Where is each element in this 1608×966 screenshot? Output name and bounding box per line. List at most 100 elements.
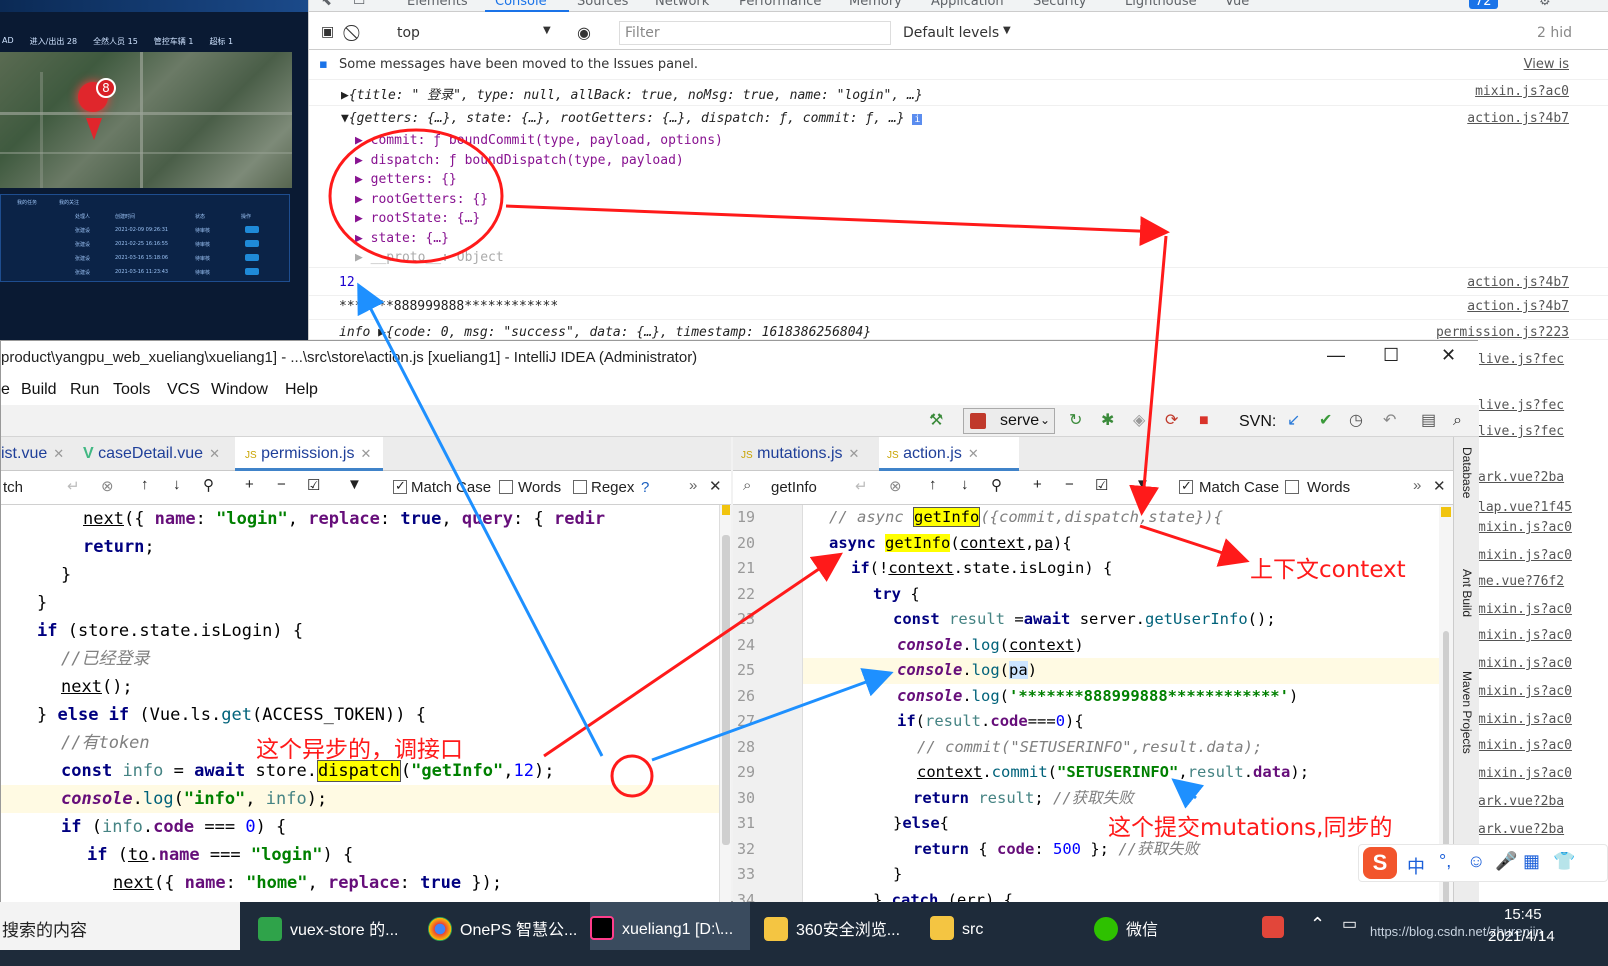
words-checkbox[interactable] — [1285, 480, 1299, 494]
ime-skin-icon[interactable]: 👕 — [1553, 851, 1575, 872]
source-link[interactable]: mixin.js?ac0 — [1478, 548, 1572, 563]
expand-icon[interactable]: ▶ — [341, 88, 349, 103]
add-occurrence-icon[interactable]: + — [1033, 476, 1042, 493]
find-all-icon[interactable]: ⚲ — [203, 476, 214, 494]
chevron-down-icon[interactable]: ▼ — [1003, 25, 1011, 36]
source-link[interactable]: mixin.js?ac0 — [1478, 628, 1572, 643]
tab-casedetail-vue[interactable]: V caseDetail.vue ✕ — [83, 437, 233, 471]
prev-match-icon[interactable]: ↑ — [929, 476, 937, 493]
issues-badge[interactable]: 72 — [1469, 0, 1498, 9]
taskbar-item[interactable]: vuex-store 的... — [258, 902, 418, 950]
taskbar-item[interactable]: 微信 — [1094, 902, 1214, 950]
row-action-button[interactable] — [245, 268, 259, 275]
tab-sources[interactable]: Sources — [577, 0, 628, 9]
gear-icon[interactable]: ⚙ — [1539, 0, 1551, 9]
tab-mutations-js[interactable]: JS mutations.js ✕ — [741, 437, 875, 471]
restart-icon[interactable]: ⟳ — [1165, 413, 1178, 429]
source-link[interactable]: live.js?fec — [1478, 352, 1564, 367]
tab-action-js[interactable]: JS action.js ✕ — [879, 437, 1019, 471]
menu-build[interactable]: Build — [21, 381, 57, 399]
left-code-editor[interactable]: next({ name: "login", replace: true, que… — [1, 505, 719, 903]
ant-build-tool[interactable]: Ant Build — [1460, 569, 1474, 617]
sidebar-toggle-icon[interactable]: ▣ — [321, 24, 334, 40]
clear-icon[interactable]: ⊗ — [889, 477, 902, 495]
source-link[interactable]: me.vue?76f2 — [1478, 574, 1564, 589]
source-link[interactable]: action.js?4b7 — [1467, 299, 1569, 314]
menu-window[interactable]: Window — [211, 381, 268, 399]
chevron-down-icon[interactable]: ▼ — [543, 25, 551, 36]
device-icon[interactable]: ▭ — [353, 0, 365, 9]
stop-icon[interactable]: ■ — [1199, 413, 1209, 429]
source-link[interactable]: action.js?4b7 — [1467, 111, 1569, 126]
row-action-button[interactable] — [245, 226, 259, 233]
source-link[interactable]: mixin.js?ac0 — [1478, 738, 1572, 753]
tab-list-vue[interactable]: ist.vue ✕ — [1, 437, 71, 471]
battery-icon[interactable]: ▭ — [1342, 914, 1357, 934]
taskbar-item[interactable]: 360安全浏览... — [764, 902, 924, 950]
source-link[interactable]: mixin.js?ac0 — [1478, 712, 1572, 727]
find-input[interactable]: getInfo — [771, 479, 817, 496]
source-link[interactable]: mixin.js?ac0 — [1478, 520, 1572, 535]
run-config-select[interactable]: serve ⌄ — [963, 408, 1055, 434]
source-link[interactable]: mixin.js?ac0 — [1478, 656, 1572, 671]
taskbar-item[interactable]: src — [930, 902, 1050, 950]
words-checkbox[interactable] — [499, 480, 513, 494]
collapse-icon[interactable]: ▼ — [341, 111, 349, 126]
tab-vue[interactable]: Vue — [1225, 0, 1249, 9]
tab-elements[interactable]: Elements — [407, 0, 468, 9]
remove-occurrence-icon[interactable]: − — [277, 476, 286, 493]
row-action-button[interactable] — [245, 240, 259, 247]
revert-icon[interactable]: ↶ — [1383, 413, 1396, 429]
tab-security[interactable]: Security — [1033, 0, 1086, 9]
svn-update-icon[interactable]: ↙ — [1287, 413, 1300, 429]
source-link[interactable]: mixin.js?ac0 — [1478, 766, 1572, 781]
remove-occurrence-icon[interactable]: − — [1065, 476, 1074, 493]
table-tab[interactable]: 我的任务 — [17, 199, 37, 206]
satellite-map[interactable] — [0, 52, 292, 188]
next-match-icon[interactable]: ↓ — [173, 476, 181, 493]
taskbar-search[interactable]: 搜索的内容 — [0, 902, 240, 950]
search-icon[interactable]: ⌕ — [1453, 413, 1462, 429]
hammer-icon[interactable]: ⚒ — [929, 413, 943, 429]
source-link[interactable]: mixin.js?ac0 — [1478, 602, 1572, 617]
tab-application[interactable]: Application — [931, 0, 1004, 9]
tab-network[interactable]: Network — [655, 0, 709, 9]
maximize-icon[interactable]: ☐ — [1383, 345, 1399, 366]
next-match-icon[interactable]: ↓ — [961, 476, 969, 493]
find-input[interactable]: tch — [3, 479, 23, 496]
ime-punct-mode[interactable]: °, — [1439, 851, 1451, 872]
sogou-tray-icon[interactable] — [1262, 916, 1284, 938]
enter-icon[interactable]: ↵ — [67, 477, 80, 495]
menu-vcs[interactable]: VCS — [167, 381, 200, 399]
ime-emoji-icon[interactable]: ☺ — [1467, 851, 1485, 872]
inspect-icon[interactable]: ⬉ — [321, 0, 332, 9]
context-select[interactable]: top — [397, 25, 420, 41]
source-link[interactable]: mixin.js?ac0 — [1475, 84, 1569, 99]
source-link[interactable]: ark.vue?2ba — [1478, 470, 1564, 485]
database-tool[interactable]: Database — [1460, 447, 1474, 498]
row-action-button[interactable] — [245, 254, 259, 261]
match-case-checkbox[interactable] — [393, 478, 407, 494]
menu-item-hidden[interactable]: e — [1, 381, 10, 399]
history-icon[interactable]: ◷ — [1349, 413, 1363, 429]
match-case-checkbox[interactable] — [1179, 478, 1193, 494]
clock-time[interactable]: 15:45 — [1504, 906, 1542, 923]
prev-match-icon[interactable]: ↑ — [141, 476, 149, 493]
clock-date[interactable]: 2021/4/14 — [1488, 928, 1555, 945]
menu-help[interactable]: Help — [285, 381, 318, 399]
prop-getters[interactable]: ▶ getters: {} — [355, 170, 723, 190]
ime-keyboard-icon[interactable]: ▦ — [1523, 851, 1540, 872]
project-structure-icon[interactable]: ▤ — [1421, 413, 1436, 429]
minimize-icon[interactable]: — — [1327, 345, 1345, 366]
source-link[interactable]: live.js?fec — [1478, 424, 1564, 439]
coverage-icon[interactable]: ◈ — [1133, 413, 1145, 429]
close-icon[interactable]: ✕ — [709, 477, 722, 495]
select-all-icon[interactable]: ☑ — [307, 476, 320, 494]
clear-icon[interactable]: ⊗ — [101, 477, 114, 495]
levels-dropdown[interactable]: Default levels — [903, 25, 999, 41]
help-icon[interactable]: ? — [641, 479, 649, 496]
maven-projects-tool[interactable]: Maven Projects — [1460, 671, 1474, 754]
more-icon[interactable]: » — [689, 477, 697, 494]
source-link[interactable]: lap.vue?1f45 — [1478, 500, 1572, 515]
source-link[interactable]: action.js?4b7 — [1467, 275, 1569, 290]
